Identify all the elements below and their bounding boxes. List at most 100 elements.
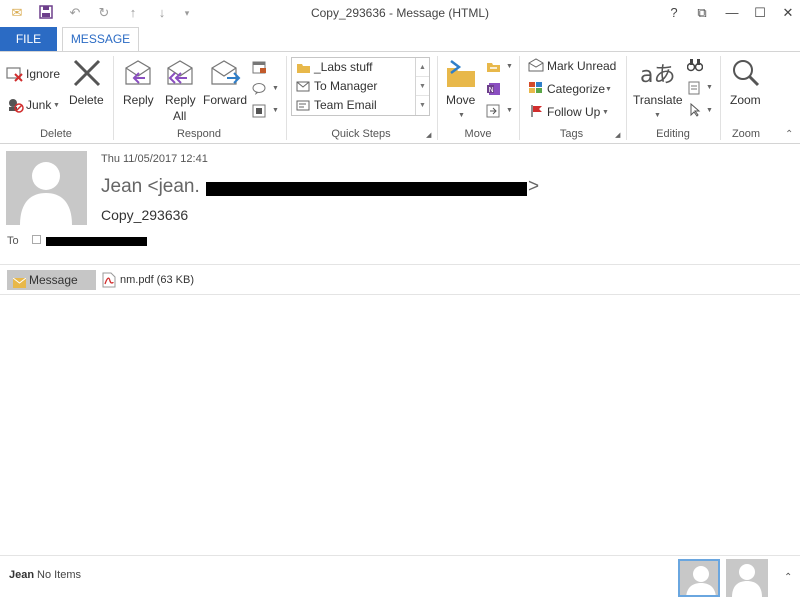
more-respond-dropdown-icon[interactable]: ▼ <box>272 107 279 114</box>
people-pane-status: No Items <box>37 569 82 581</box>
ribbon-display-options-button[interactable]: ⧉ <box>692 3 712 23</box>
categorize-button[interactable]: Categorize <box>547 82 605 96</box>
more-respond-icon[interactable] <box>252 104 268 123</box>
quick-step-labs-stuff[interactable]: _Labs stuff <box>292 58 416 77</box>
quick-step-team-email[interactable]: Team Email <box>292 96 416 115</box>
quick-steps-group-label: Quick Steps <box>331 128 391 140</box>
title-bar: ✉ ↶ ↻ ↑ ↓ ▾ Copy_293636 - Message (HTML)… <box>0 0 800 27</box>
forward-icon <box>209 58 241 93</box>
help-button[interactable]: ? <box>664 3 684 23</box>
translate-icon: aあ <box>640 63 676 88</box>
editing-group-label: Editing <box>656 128 690 140</box>
follow-up-dropdown-icon[interactable]: ▼ <box>602 109 609 116</box>
related-icon[interactable] <box>687 81 703 100</box>
attachment-bar: Message nm.pdf (63 KB) <box>0 264 800 295</box>
attachment-label: nm.pdf (63 KB) <box>120 274 194 286</box>
find-icon[interactable] <box>686 58 704 77</box>
tags-launcher-icon[interactable]: ◢ <box>615 131 620 139</box>
people-pane: Jean No Items ⌃ <box>0 555 800 600</box>
delete-button[interactable]: Delete <box>69 93 104 107</box>
follow-up-button[interactable]: Follow Up <box>547 105 600 119</box>
actions-dropdown-icon[interactable]: ▼ <box>506 107 513 114</box>
translate-button[interactable]: Translate <box>633 93 683 107</box>
scroll-up-icon[interactable]: ▲ <box>416 58 429 77</box>
envelope-icon <box>12 275 27 293</box>
zoom-button[interactable]: Zoom <box>730 93 761 107</box>
person-thumbnail[interactable] <box>726 559 768 597</box>
delete-group-label: Delete <box>40 128 72 140</box>
recipient-redaction-bar <box>46 237 147 246</box>
reply-icon <box>123 58 153 93</box>
forward-button[interactable]: Forward <box>203 93 247 107</box>
more-icon[interactable]: ▼ <box>416 96 429 115</box>
select-dropdown-icon[interactable]: ▼ <box>706 107 713 114</box>
quick-steps-launcher-icon[interactable]: ◢ <box>426 131 431 139</box>
im-dropdown-icon[interactable]: ▼ <box>272 85 279 92</box>
flag-icon <box>530 104 544 123</box>
message-subject: Copy_293636 <box>101 207 189 223</box>
categorize-icon <box>528 81 544 100</box>
rules-dropdown-icon[interactable]: ▼ <box>506 63 513 70</box>
reply-button[interactable]: Reply <box>123 93 154 107</box>
quick-step-label: Team Email <box>314 98 377 112</box>
actions-icon[interactable] <box>486 104 502 123</box>
reply-all-button-line-1[interactable]: Reply <box>165 93 196 107</box>
mark-unread-button[interactable]: Mark Unread <box>547 59 616 73</box>
respond-group-label: Respond <box>176 128 222 140</box>
quick-steps-scroller[interactable]: ▲ ▼ ▼ <box>415 58 429 115</box>
collapse-ribbon-icon[interactable]: ⌃ <box>785 129 793 140</box>
junk-dropdown-icon[interactable]: ▼ <box>53 102 60 109</box>
envelope-icon <box>296 99 311 118</box>
svg-text:N: N <box>489 86 494 94</box>
sender-suffix: > <box>528 176 540 197</box>
close-button[interactable]: ✕ <box>778 3 798 23</box>
expand-people-pane-icon[interactable]: ⌃ <box>784 572 792 583</box>
message-header: Thu 11/05/2017 12:41 Jean <jean. > Copy_… <box>0 144 800 264</box>
message-body-tab[interactable]: Message <box>7 270 96 290</box>
quick-steps-gallery: _Labs stuff To Manager Team Email ▲ ▼ ▼ <box>291 57 430 116</box>
zoom-icon <box>731 58 761 93</box>
move-button[interactable]: Move <box>446 93 475 107</box>
translate-dropdown-icon[interactable]: ▼ <box>654 112 661 119</box>
meeting-icon[interactable] <box>252 60 268 79</box>
tab-file[interactable]: FILE <box>0 27 57 51</box>
minimize-button[interactable]: — <box>722 3 742 23</box>
ignore-button[interactable]: Ignore <box>26 67 60 81</box>
pdf-file-icon <box>102 272 116 293</box>
categorize-dropdown-icon[interactable]: ▼ <box>605 86 612 93</box>
select-icon[interactable] <box>689 102 703 122</box>
zoom-group-label: Zoom <box>731 128 761 140</box>
tab-message[interactable]: MESSAGE <box>62 27 139 52</box>
reply-all-button-line-2[interactable]: All <box>173 109 186 123</box>
junk-icon <box>6 97 24 118</box>
junk-button[interactable]: Junk <box>26 98 51 112</box>
move-dropdown-icon[interactable]: ▼ <box>458 112 465 119</box>
quick-step-label: _Labs stuff <box>314 60 373 74</box>
maximize-button[interactable]: ☐ <box>750 3 770 23</box>
move-group-label: Move <box>464 128 492 140</box>
to-label: To <box>7 235 19 247</box>
onenote-icon[interactable]: N <box>486 82 502 101</box>
message-date: Thu 11/05/2017 12:41 <box>101 153 208 165</box>
recipient-status-icon <box>32 235 41 244</box>
ribbon-tabs: FILE MESSAGE <box>0 27 800 52</box>
sender-name-prefix: Jean <jean. <box>101 176 200 197</box>
mark-unread-icon <box>528 58 544 77</box>
person-thumbnail-selected[interactable] <box>678 559 720 597</box>
quick-step-to-manager[interactable]: To Manager <box>292 77 416 96</box>
sender[interactable]: Jean <jean. <box>101 176 200 198</box>
related-dropdown-icon[interactable]: ▼ <box>706 84 713 91</box>
scroll-down-icon[interactable]: ▼ <box>416 77 429 96</box>
tags-group-label: Tags <box>559 128 584 140</box>
people-pane-name[interactable]: Jean <box>9 569 34 581</box>
move-icon <box>445 59 477 94</box>
delete-icon <box>72 58 102 93</box>
ignore-icon <box>6 66 24 87</box>
rules-icon[interactable] <box>486 60 502 79</box>
im-icon[interactable] <box>252 82 268 101</box>
redaction-bar <box>206 182 527 196</box>
message-tab-label: Message <box>29 273 78 287</box>
sender-avatar[interactable] <box>6 151 87 225</box>
ribbon: Ignore Junk ▼ Delete Delete Reply Reply … <box>0 51 800 144</box>
quick-step-label: To Manager <box>314 79 378 93</box>
